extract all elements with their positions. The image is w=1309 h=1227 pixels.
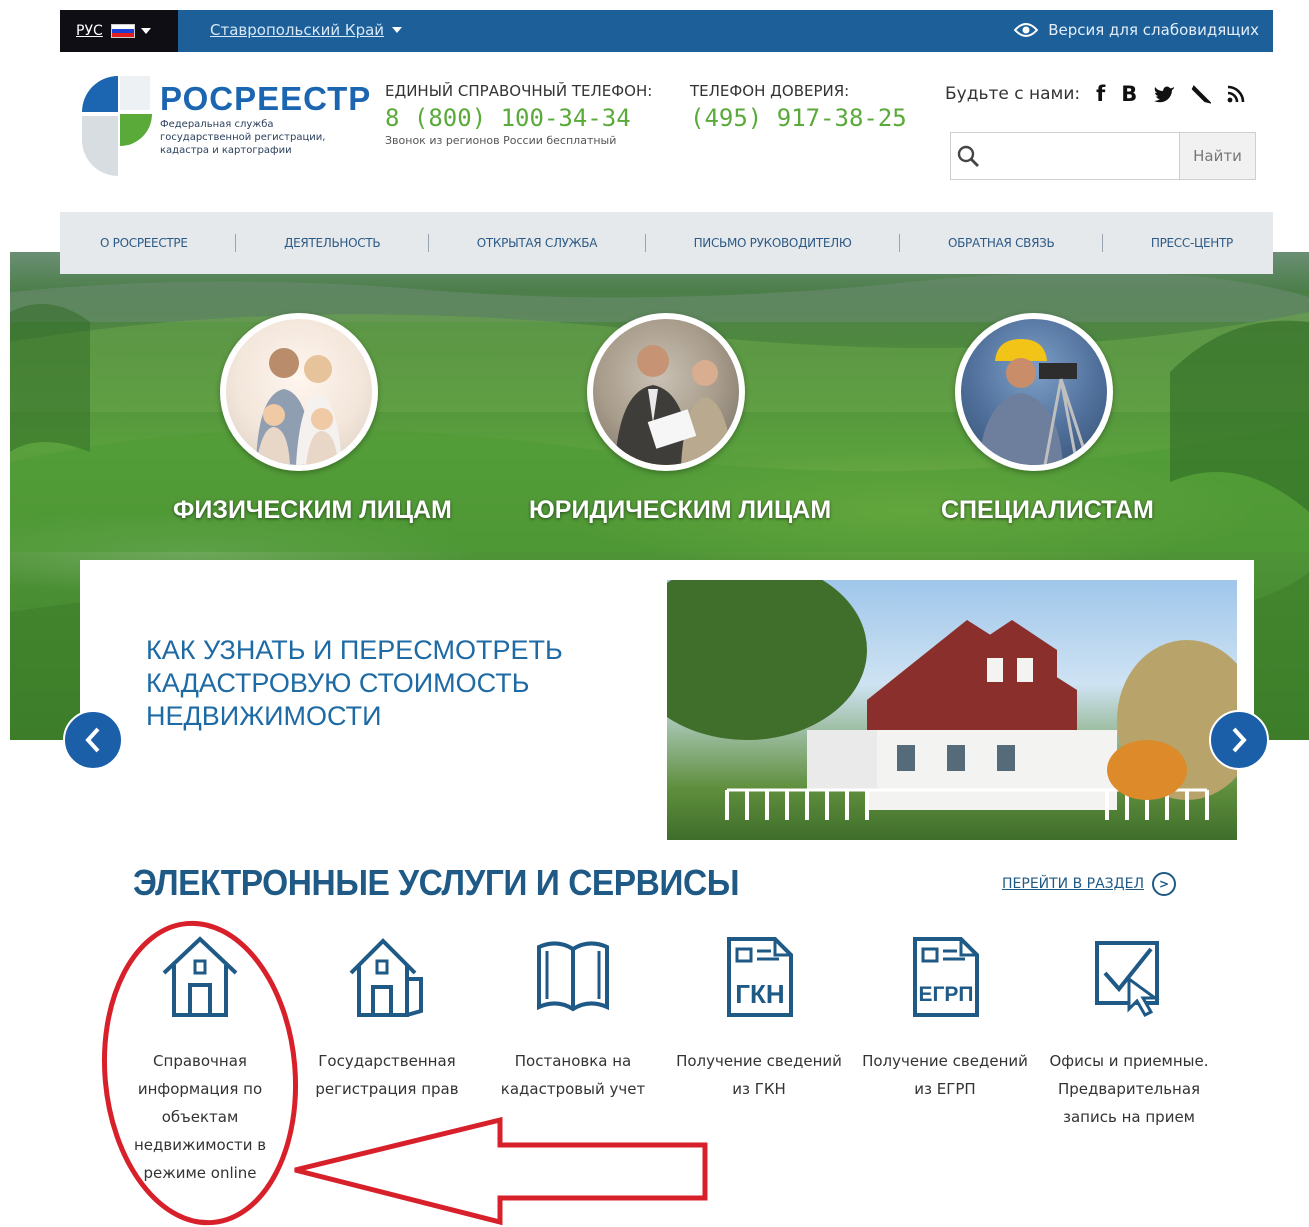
goto-section-label: ПЕРЕЙТИ В РАЗДЕЛ <box>1002 876 1144 892</box>
slide-title[interactable]: КАК УЗНАТЬ И ПЕРЕСМОТРЕТЬ КАДАСТРОВУЮ СТ… <box>146 634 576 733</box>
hotline-block: ЕДИНЫЙ СПРАВОЧНЫЙ ТЕЛЕФОН: 8 (800) 100-3… <box>385 82 652 147</box>
vk-icon[interactable]: B <box>1121 82 1137 106</box>
trust-line-label: ТЕЛЕФОН ДОВЕРИЯ: <box>690 82 850 100</box>
facebook-icon[interactable]: f <box>1096 82 1105 106</box>
hotline-label: ЕДИНЫЙ СПРАВОЧНЫЙ ТЕЛЕФОН: <box>385 82 653 100</box>
service-reference-info[interactable]: Справочная информация по объектам недвиж… <box>115 935 285 1187</box>
house-document-icon <box>349 938 423 1017</box>
language-label: РУС <box>76 23 103 39</box>
chevron-left-icon <box>85 727 100 753</box>
search-box: Найти <box>950 132 1256 180</box>
trust-line-block: ТЕЛЕФОН ДОВЕРИЯ: (495) 917-38-25 <box>690 82 907 132</box>
main-nav: О РОСРЕЕСТРЕ ДЕЯТЕЛЬНОСТЬ ОТКРЫТАЯ СЛУЖБ… <box>60 212 1273 274</box>
nav-divider <box>235 234 237 252</box>
eye-icon <box>1014 23 1039 37</box>
book-icon <box>537 941 609 1012</box>
nav-item-about[interactable]: О РОСРЕЕСТРЕ <box>100 236 188 250</box>
gkn-icon-text: ГКН <box>735 979 784 1009</box>
logo-subtitle: Федеральная служба государственной регис… <box>160 119 326 156</box>
social-links: Будьте с нами: f B <box>945 82 1245 106</box>
nav-item-activity[interactable]: ДЕЯТЕЛЬНОСТЬ <box>284 236 381 250</box>
section-title: ЭЛЕКТРОННЫЕ УСЛУГИ И СЕРВИСЫ <box>133 862 740 903</box>
service-caption: Офисы и приемные. Предварительная запись… <box>1049 1052 1209 1126</box>
house-icon <box>162 936 238 1017</box>
logo-title[interactable]: РОСРЕЕСТР <box>160 80 371 118</box>
region-label: Ставропольский Край <box>210 21 385 39</box>
trust-line-number: (495) 917-38-25 <box>690 104 907 132</box>
search-input[interactable] <box>985 133 1180 179</box>
nav-item-press-center[interactable]: ПРЕСС-ЦЕНТР <box>1151 236 1233 250</box>
language-switcher[interactable]: РУС <box>60 10 178 52</box>
region-selector[interactable]: Ставропольский Край <box>210 21 403 39</box>
service-offices-appointment[interactable]: Офисы и приемные. Предварительная запись… <box>1044 935 1214 1131</box>
top-bar: РУС Ставропольский Край Версия для слабо… <box>60 10 1273 52</box>
house-photo <box>667 580 1237 840</box>
russian-flag-icon <box>110 24 135 38</box>
individuals-photo[interactable] <box>220 313 378 471</box>
nav-divider <box>899 234 901 252</box>
rosreestr-logo-icon[interactable] <box>78 72 152 190</box>
low-vision-label: Версия для слабовидящих <box>1048 21 1259 39</box>
chevron-down-icon <box>140 28 151 34</box>
service-caption: Государственная регистрация прав <box>315 1052 459 1098</box>
audience-specialists[interactable]: СПЕЦИАЛИСТАМ <box>941 496 1154 525</box>
nav-divider <box>644 234 646 252</box>
audience-individuals[interactable]: ФИЗИЧЕСКИМ ЛИЦАМ <box>173 496 452 525</box>
nav-item-open-service[interactable]: ОТКРЫТАЯ СЛУЖБА <box>477 236 598 250</box>
legal-entities-photo[interactable] <box>587 313 745 471</box>
slider-prev-button[interactable] <box>63 710 123 770</box>
twitter-icon[interactable] <box>1153 85 1175 103</box>
egrp-icon-text: ЕГРП <box>918 983 973 1006</box>
service-gkn-info[interactable]: ГКН Получение сведений из ГКН <box>674 935 844 1103</box>
chevron-down-icon <box>392 27 403 33</box>
page: РУС Ставропольский Край Версия для слабо… <box>0 0 1309 1227</box>
audience-legal-entities[interactable]: ЮРИДИЧЕСКИМ ЛИЦАМ <box>529 496 831 525</box>
egrp-document-icon: ЕГРП <box>913 937 979 1017</box>
service-cadastral-registration[interactable]: Постановка на кадастровый учет <box>488 935 658 1103</box>
gkn-document-icon: ГКН <box>727 937 793 1017</box>
e-services-section: ЭЛЕКТРОННЫЕ УСЛУГИ И СЕРВИСЫ ПЕРЕЙТИ В Р… <box>0 850 1309 1227</box>
header: РОСРЕЕСТР Федеральная служба государстве… <box>60 52 1273 212</box>
news-slide[interactable]: КАК УЗНАТЬ И ПЕРЕСМОТРЕТЬ КАДАСТРОВУЮ СТ… <box>80 560 1254 850</box>
checkbox-cursor-icon <box>1095 941 1160 1017</box>
hotline-note: Звонок из регионов России бесплатный <box>385 134 617 147</box>
service-egrp-info[interactable]: ЕГРП Получение сведений из ЕГРП <box>860 935 1030 1103</box>
livejournal-icon[interactable] <box>1191 84 1212 104</box>
rss-icon[interactable] <box>1227 85 1245 103</box>
nav-divider <box>428 234 430 252</box>
chevron-right-circle-icon: > <box>1151 872 1176 896</box>
nav-item-letter-to-head[interactable]: ПИСЬМО РУКОВОДИТЕЛЮ <box>694 236 852 250</box>
specialists-photo[interactable] <box>955 313 1113 471</box>
goto-section-link[interactable]: ПЕРЕЙТИ В РАЗДЕЛ > <box>1002 872 1176 896</box>
nav-divider <box>1102 234 1104 252</box>
service-caption: Справочная информация по объектам недвиж… <box>133 1052 267 1182</box>
hotline-number: 8 (800) 100-34-34 <box>385 104 631 132</box>
search-icon <box>951 133 985 179</box>
chevron-right-icon <box>1232 727 1247 753</box>
low-vision-link[interactable]: Версия для слабовидящих <box>1014 21 1259 39</box>
search-button[interactable]: Найти <box>1179 133 1255 179</box>
service-caption: Постановка на кадастровый учет <box>500 1052 646 1098</box>
service-rights-registration[interactable]: Государственная регистрация прав <box>302 935 472 1103</box>
social-label: Будьте с нами: <box>945 84 1081 104</box>
service-caption: Получение сведений из ЕГРП <box>862 1052 1028 1098</box>
slider-next-button[interactable] <box>1209 710 1269 770</box>
service-caption: Получение сведений из ГКН <box>676 1052 842 1098</box>
nav-item-feedback[interactable]: ОБРАТНАЯ СВЯЗЬ <box>948 236 1055 250</box>
